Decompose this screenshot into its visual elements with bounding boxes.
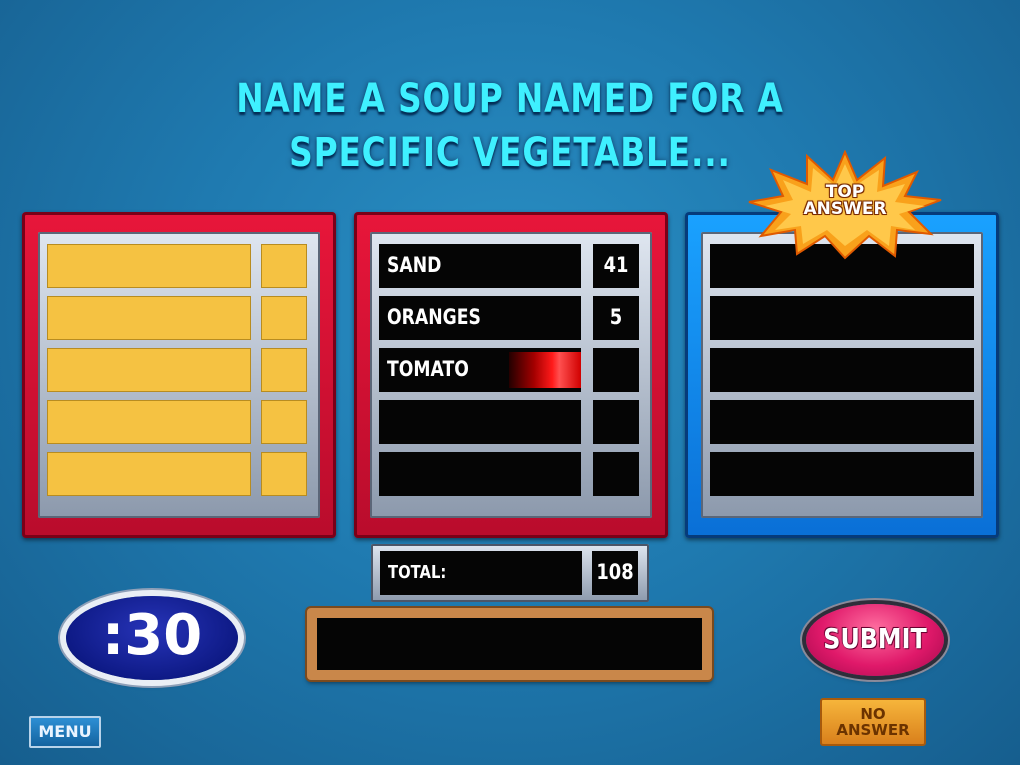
no-answer-line-1: NO (860, 705, 886, 723)
answer-cell: TOMATO (379, 348, 581, 392)
left-tile-answer (47, 296, 251, 340)
left-row-2 (47, 296, 311, 340)
top-answer-row-2 (710, 296, 974, 340)
answer-input[interactable] (317, 618, 702, 670)
answer-text: TOMATO (387, 357, 469, 381)
answer-row-5 (379, 452, 643, 496)
question-line-1: NAME A SOUP NAMED FOR A (236, 76, 784, 122)
left-tile-points (261, 400, 307, 444)
top-answers-board (685, 212, 999, 538)
answer-points: 5 (609, 305, 623, 329)
answer-text: SAND (387, 253, 442, 277)
total-value: 108 (596, 560, 634, 584)
left-row-3 (47, 348, 311, 392)
submit-label: SUBMIT (823, 622, 927, 655)
left-tile-points (261, 348, 307, 392)
top-answer-tile (710, 296, 974, 340)
timer-value: :30 (101, 603, 203, 668)
left-row-1 (47, 244, 311, 288)
total-score-box: TOTAL: 108 (371, 544, 649, 602)
left-tile-points (261, 244, 307, 288)
top-answer-tile (710, 400, 974, 444)
total-label: TOTAL: (388, 562, 447, 583)
answer-cell (379, 400, 581, 444)
pending-reveal-indicator (509, 352, 581, 388)
left-tile-answer (47, 244, 251, 288)
left-row-5 (47, 452, 311, 496)
right-board-frame (701, 232, 983, 518)
menu-button[interactable]: MENU (29, 716, 101, 748)
answer-text: ORANGES (387, 305, 481, 329)
top-answer-row-3 (710, 348, 974, 392)
top-answer-tile (710, 348, 974, 392)
total-value-cell: 108 (592, 551, 638, 595)
top-answer-badge-label: TOP ANSWER (745, 184, 945, 218)
badge-line-2: ANSWER (803, 199, 887, 219)
answer-entry-frame (307, 608, 712, 680)
left-tile-answer (47, 452, 251, 496)
left-tile-points (261, 452, 307, 496)
answer-cell: SAND (379, 244, 581, 288)
center-answer-board: SAND 41 ORANGES 5 TOMATO (354, 212, 668, 538)
submit-button[interactable]: SUBMIT (806, 604, 944, 676)
answer-row-1: SAND 41 (379, 244, 643, 288)
no-answer-line-2: ANSWER (836, 721, 910, 739)
answer-row-2: ORANGES 5 (379, 296, 643, 340)
answer-row-4 (379, 400, 643, 444)
points-cell (593, 400, 639, 444)
points-cell: 41 (593, 244, 639, 288)
points-cell (593, 452, 639, 496)
countdown-timer: :30 (66, 596, 238, 680)
left-tile-answer (47, 348, 251, 392)
points-cell: 5 (593, 296, 639, 340)
top-answer-row-5 (710, 452, 974, 496)
left-tile-points (261, 296, 307, 340)
points-cell (593, 348, 639, 392)
total-label-cell: TOTAL: (380, 551, 582, 595)
center-board-frame: SAND 41 ORANGES 5 TOMATO (370, 232, 652, 518)
answer-points: 41 (603, 253, 629, 277)
left-row-4 (47, 400, 311, 444)
left-board-frame (38, 232, 320, 518)
left-answer-board (22, 212, 336, 538)
left-tile-answer (47, 400, 251, 444)
top-answer-row-4 (710, 400, 974, 444)
answer-cell: ORANGES (379, 296, 581, 340)
top-answer-tile (710, 452, 974, 496)
no-answer-button[interactable]: NO ANSWER (820, 698, 926, 746)
answer-row-3: TOMATO (379, 348, 643, 392)
answer-cell (379, 452, 581, 496)
